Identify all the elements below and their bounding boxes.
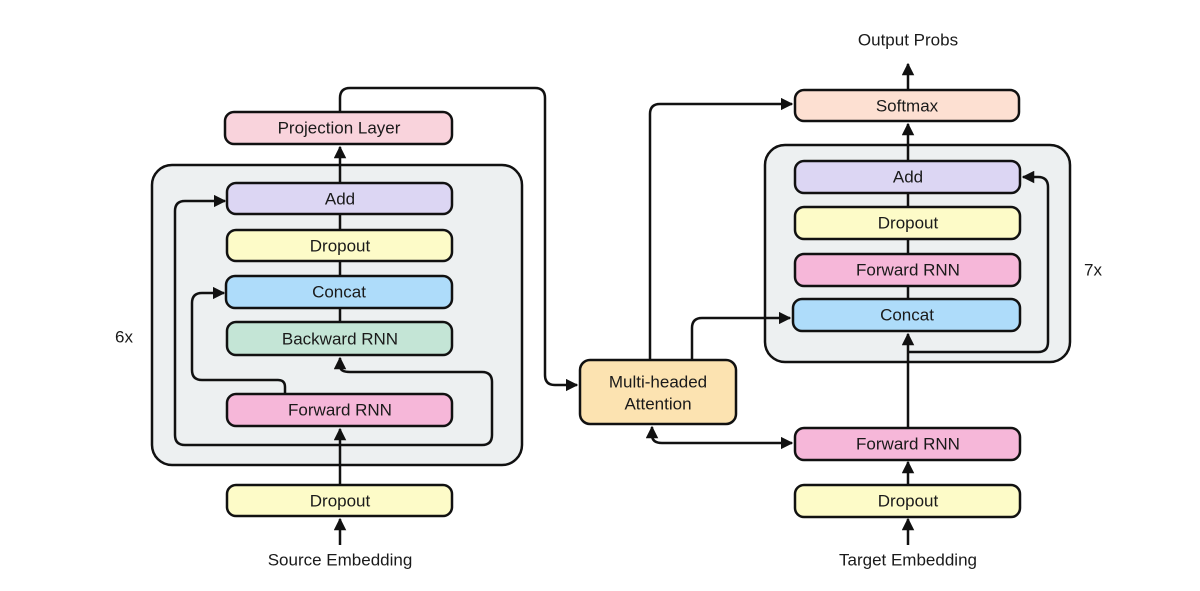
decoder-forward-rnn: Forward RNN	[793, 252, 1022, 288]
decoder-softmax: Softmax	[793, 88, 1021, 123]
concat-label: Concat	[880, 306, 934, 325]
attention-label-line1: Multi-headed	[609, 373, 707, 392]
box-shape	[578, 358, 738, 426]
dropout-label: Dropout	[878, 214, 939, 233]
projection-label: Projection Layer	[278, 119, 401, 138]
encoder-add: Add	[225, 181, 454, 216]
softmax-label: Softmax	[876, 97, 939, 116]
concat-label: Concat	[312, 283, 366, 302]
attention-label-line2: Attention	[624, 395, 691, 414]
backward-rnn-label: Backward RNN	[282, 330, 398, 349]
encoder-repeat-label: 6x	[115, 328, 133, 347]
decoder-concat: Concat	[791, 297, 1022, 333]
decoder-add: Add	[793, 159, 1022, 195]
decoder-repeat-label: 7x	[1084, 261, 1102, 280]
forward-rnn-input-label: Forward RNN	[856, 435, 960, 454]
forward-rnn-label: Forward RNN	[288, 401, 392, 420]
output-probs-label: Output Probs	[858, 31, 958, 50]
encoder-dropout-input: Dropout	[225, 483, 454, 518]
decoder-dropout-input: Dropout	[793, 483, 1022, 519]
arrow-attention-forward-rnn	[645, 425, 794, 450]
encoder-concat: Concat	[224, 274, 454, 310]
encoder-backward-rnn: Backward RNN	[225, 320, 454, 357]
dropout-input-label: Dropout	[878, 492, 939, 511]
source-embedding-label: Source Embedding	[268, 551, 413, 570]
encoder-dropout: Dropout	[225, 228, 454, 263]
target-embedding-label: Target Embedding	[839, 551, 977, 570]
encoder-forward-rnn: Forward RNN	[225, 392, 454, 428]
architecture-diagram: Projection Layer Add Dropout Concat Back…	[115, 31, 1102, 570]
decoder-dropout: Dropout	[793, 205, 1022, 241]
add-label: Add	[893, 168, 923, 187]
encoder-projection-layer: Projection Layer	[223, 110, 454, 146]
multi-headed-attention: Multi-headed Attention	[578, 358, 738, 426]
dropout-label: Dropout	[310, 237, 371, 256]
add-label: Add	[325, 190, 355, 209]
forward-rnn-label: Forward RNN	[856, 261, 960, 280]
decoder-forward-rnn-input: Forward RNN	[793, 426, 1022, 462]
dropout-input-label: Dropout	[310, 492, 371, 511]
